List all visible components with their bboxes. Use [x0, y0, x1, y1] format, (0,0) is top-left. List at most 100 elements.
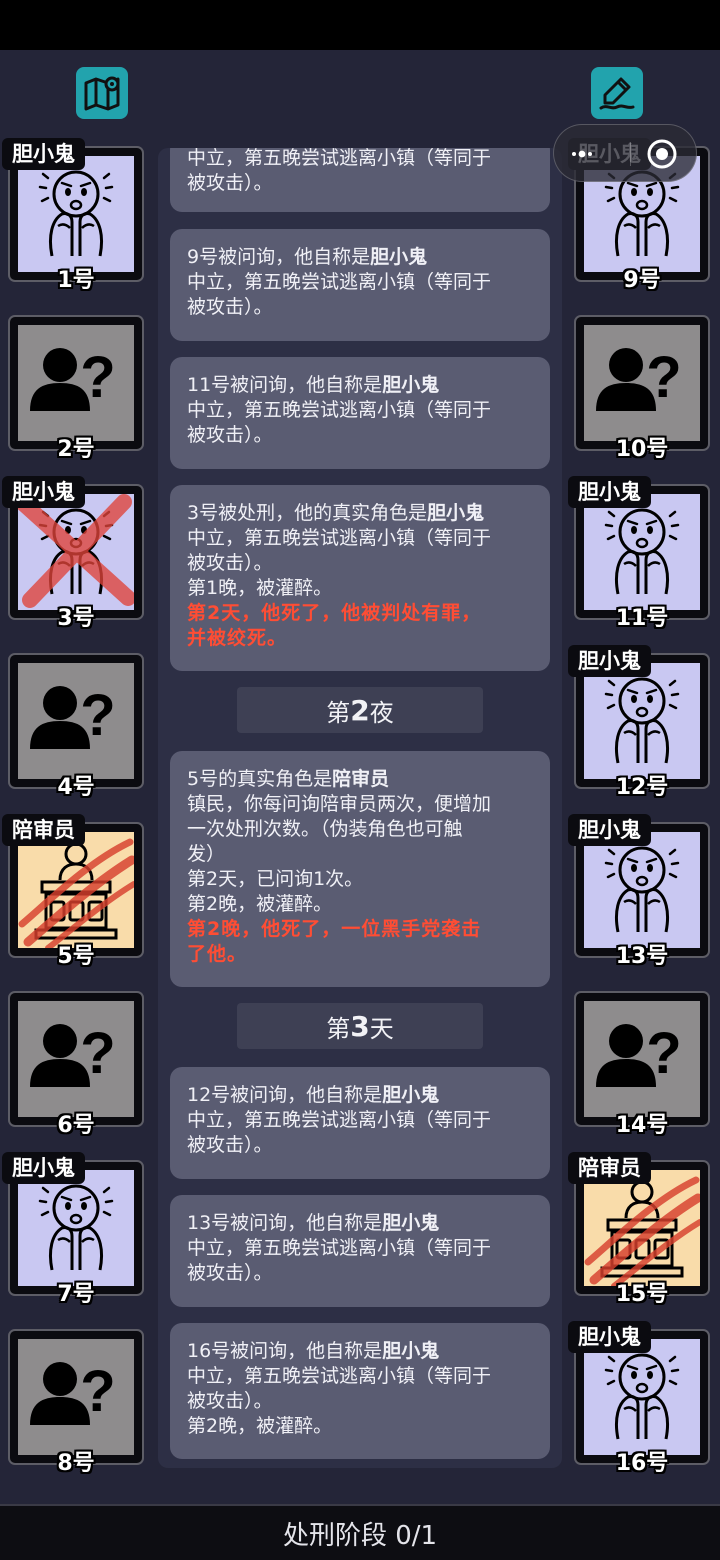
- log-line: 中立，第五晚尝试逃离小镇（等同于: [187, 1237, 492, 1259]
- execution-phase-label: 处刑阶段 0/1: [282, 1520, 438, 1551]
- phase-label: 第3天: [237, 1003, 483, 1049]
- svg-text:?: ?: [646, 345, 681, 410]
- map-button[interactable]: [76, 67, 128, 119]
- log-line: 第2晚，被灌醉。: [187, 1415, 333, 1437]
- log-entry: 16号被问询，他自称是胆小鬼 中立，第五晚尝试逃离小镇（等同于 被攻击）。 第2…: [170, 1323, 550, 1459]
- player-slot[interactable]: 胆小鬼 12号: [568, 645, 714, 800]
- edit-icon: [599, 77, 635, 110]
- close-target-icon[interactable]: [646, 138, 678, 170]
- log-line: 第2晚，被灌醉。: [187, 893, 333, 915]
- log-line: 一次处刑次数。（伪装角色也可触: [187, 818, 463, 840]
- player-slot[interactable]: ? 8号: [8, 1329, 148, 1476]
- log-line: 被攻击）。: [187, 172, 273, 194]
- log-line: 被攻击）。: [187, 424, 273, 446]
- player-number: 3号: [57, 606, 95, 631]
- log-line: 被攻击）。: [187, 1390, 273, 1412]
- svg-text:?: ?: [646, 1021, 681, 1086]
- log-headline: 11号被问询，他自称是胆小鬼: [187, 374, 440, 396]
- log-line: 发）: [187, 843, 226, 865]
- coward-portrait-icon: [38, 1184, 114, 1271]
- svg-text:?: ?: [80, 1021, 115, 1086]
- role-tag: 陪审员: [2, 814, 85, 846]
- player-slot[interactable]: ? 6号: [8, 991, 148, 1138]
- svg-text:?: ?: [80, 683, 115, 748]
- player-slot[interactable]: 胆小鬼 11号: [568, 476, 714, 631]
- log-headline: 16号被问询，他自称是胆小鬼: [187, 1340, 440, 1362]
- log-headline: 3号被处刑，他的真实角色是胆小鬼: [187, 502, 485, 524]
- player-slot[interactable]: ? 14号: [574, 991, 714, 1138]
- player-slot[interactable]: 胆小鬼 13号: [568, 814, 714, 969]
- coward-portrait-icon: [604, 677, 680, 764]
- player-number: 16号: [615, 1451, 669, 1476]
- coward-portrait-icon: [604, 1353, 680, 1440]
- player-number: 12号: [615, 775, 669, 800]
- player-number: 6号: [57, 1113, 95, 1138]
- player-portrait: [18, 494, 134, 610]
- player-number: 10号: [615, 437, 669, 462]
- player-slot[interactable]: 陪审员 5号: [2, 814, 148, 969]
- execution-phase-bar[interactable]: 处刑阶段 0/1: [0, 1504, 720, 1560]
- log-line: 镇民，你每问询陪审员两次，便增加: [187, 793, 492, 815]
- player-number: 8号: [57, 1451, 95, 1476]
- more-dots-icon[interactable]: [572, 149, 592, 159]
- unknown-player-icon: ?: [596, 1021, 682, 1087]
- svg-text:?: ?: [80, 345, 115, 410]
- player-number: 9号: [623, 268, 661, 293]
- role-tag: 胆小鬼: [568, 814, 651, 846]
- unknown-player-icon: ?: [30, 345, 116, 411]
- game-log-panel[interactable]: 中立，第五晚尝试逃离小镇（等同于 被攻击）。 9号被问询，他自称是胆小鬼 中立，…: [158, 148, 562, 1468]
- player-portrait: ?: [18, 663, 134, 779]
- log-entry: 9号被问询，他自称是胆小鬼 中立，第五晚尝试逃离小镇（等同于 被攻击）。: [170, 229, 550, 341]
- log-entry: 11号被问询，他自称是胆小鬼 中立，第五晚尝试逃离小镇（等同于 被攻击）。: [170, 357, 550, 469]
- player-portrait: ?: [584, 1001, 700, 1117]
- status-bar: [0, 0, 720, 50]
- player-slot[interactable]: 胆小鬼 16号: [568, 1321, 714, 1476]
- player-slot[interactable]: 胆小鬼 7号: [2, 1152, 148, 1307]
- player-slot[interactable]: ? 4号: [8, 653, 148, 800]
- player-slot[interactable]: ? 2号: [8, 315, 148, 462]
- player-portrait: [584, 663, 700, 779]
- player-portrait: ?: [18, 1001, 134, 1117]
- capsule-divider: [630, 142, 631, 166]
- role-tag: 胆小鬼: [2, 1152, 85, 1184]
- death-notice: 第2天，他死了，他被判处有罪，: [187, 602, 482, 624]
- executed-cross-mark: [18, 494, 134, 608]
- role-tag: 胆小鬼: [568, 1321, 651, 1353]
- log-line: 中立，第五晚尝试逃离小镇（等同于: [187, 148, 492, 169]
- log-line: 中立，第五晚尝试逃离小镇（等同于: [187, 527, 492, 549]
- player-portrait: [584, 1339, 700, 1455]
- log-line: 第2天，已问询1次。: [187, 868, 364, 890]
- log-line: 被攻击）。: [187, 1134, 273, 1156]
- player-slot[interactable]: 胆小鬼 1号: [2, 138, 148, 293]
- death-notice: 了他。: [187, 943, 248, 965]
- role-tag: 胆小鬼: [568, 476, 651, 508]
- log-line: 中立，第五晚尝试逃离小镇（等同于: [187, 1109, 492, 1131]
- role-tag: 陪审员: [568, 1152, 651, 1184]
- player-number: 1号: [57, 268, 95, 293]
- player-slot[interactable]: 陪审员 15号: [568, 1152, 714, 1307]
- log-line: 被攻击）。: [187, 296, 273, 318]
- unknown-player-icon: ?: [30, 1021, 116, 1087]
- player-slot[interactable]: ? 10号: [574, 315, 714, 462]
- log-entry: 13号被问询，他自称是胆小鬼 中立，第五晚尝试逃离小镇（等同于 被攻击）。: [170, 1195, 550, 1307]
- notes-button[interactable]: [591, 67, 643, 119]
- log-line: 被攻击）。: [187, 552, 273, 574]
- player-portrait: [18, 832, 134, 948]
- player-slot[interactable]: 胆小鬼 3号: [2, 476, 148, 631]
- log-line: 被攻击）。: [187, 1262, 273, 1284]
- player-portrait: ?: [18, 1339, 134, 1455]
- role-tag: 胆小鬼: [2, 476, 85, 508]
- player-portrait: [18, 1170, 134, 1286]
- log-entry: 中立，第五晚尝试逃离小镇（等同于 被攻击）。: [170, 148, 550, 212]
- death-notice: 第2晚，他死了，一位黑手党袭击: [187, 918, 482, 940]
- coward-portrait-icon: [604, 508, 680, 595]
- unknown-player-icon: ?: [596, 345, 682, 411]
- role-tag: 胆小鬼: [568, 645, 651, 677]
- log-line: 中立，第五晚尝试逃离小镇（等同于: [187, 1365, 492, 1387]
- log-headline: 5号的真实角色是陪审员: [187, 768, 390, 790]
- log-line: 第1晚，被灌醉。: [187, 577, 333, 599]
- log-headline: 9号被问询，他自称是胆小鬼: [187, 246, 428, 268]
- player-portrait: [584, 832, 700, 948]
- player-portrait: ?: [584, 325, 700, 441]
- log-entry: 3号被处刑，他的真实角色是胆小鬼 中立，第五晚尝试逃离小镇（等同于 被攻击）。 …: [170, 485, 550, 671]
